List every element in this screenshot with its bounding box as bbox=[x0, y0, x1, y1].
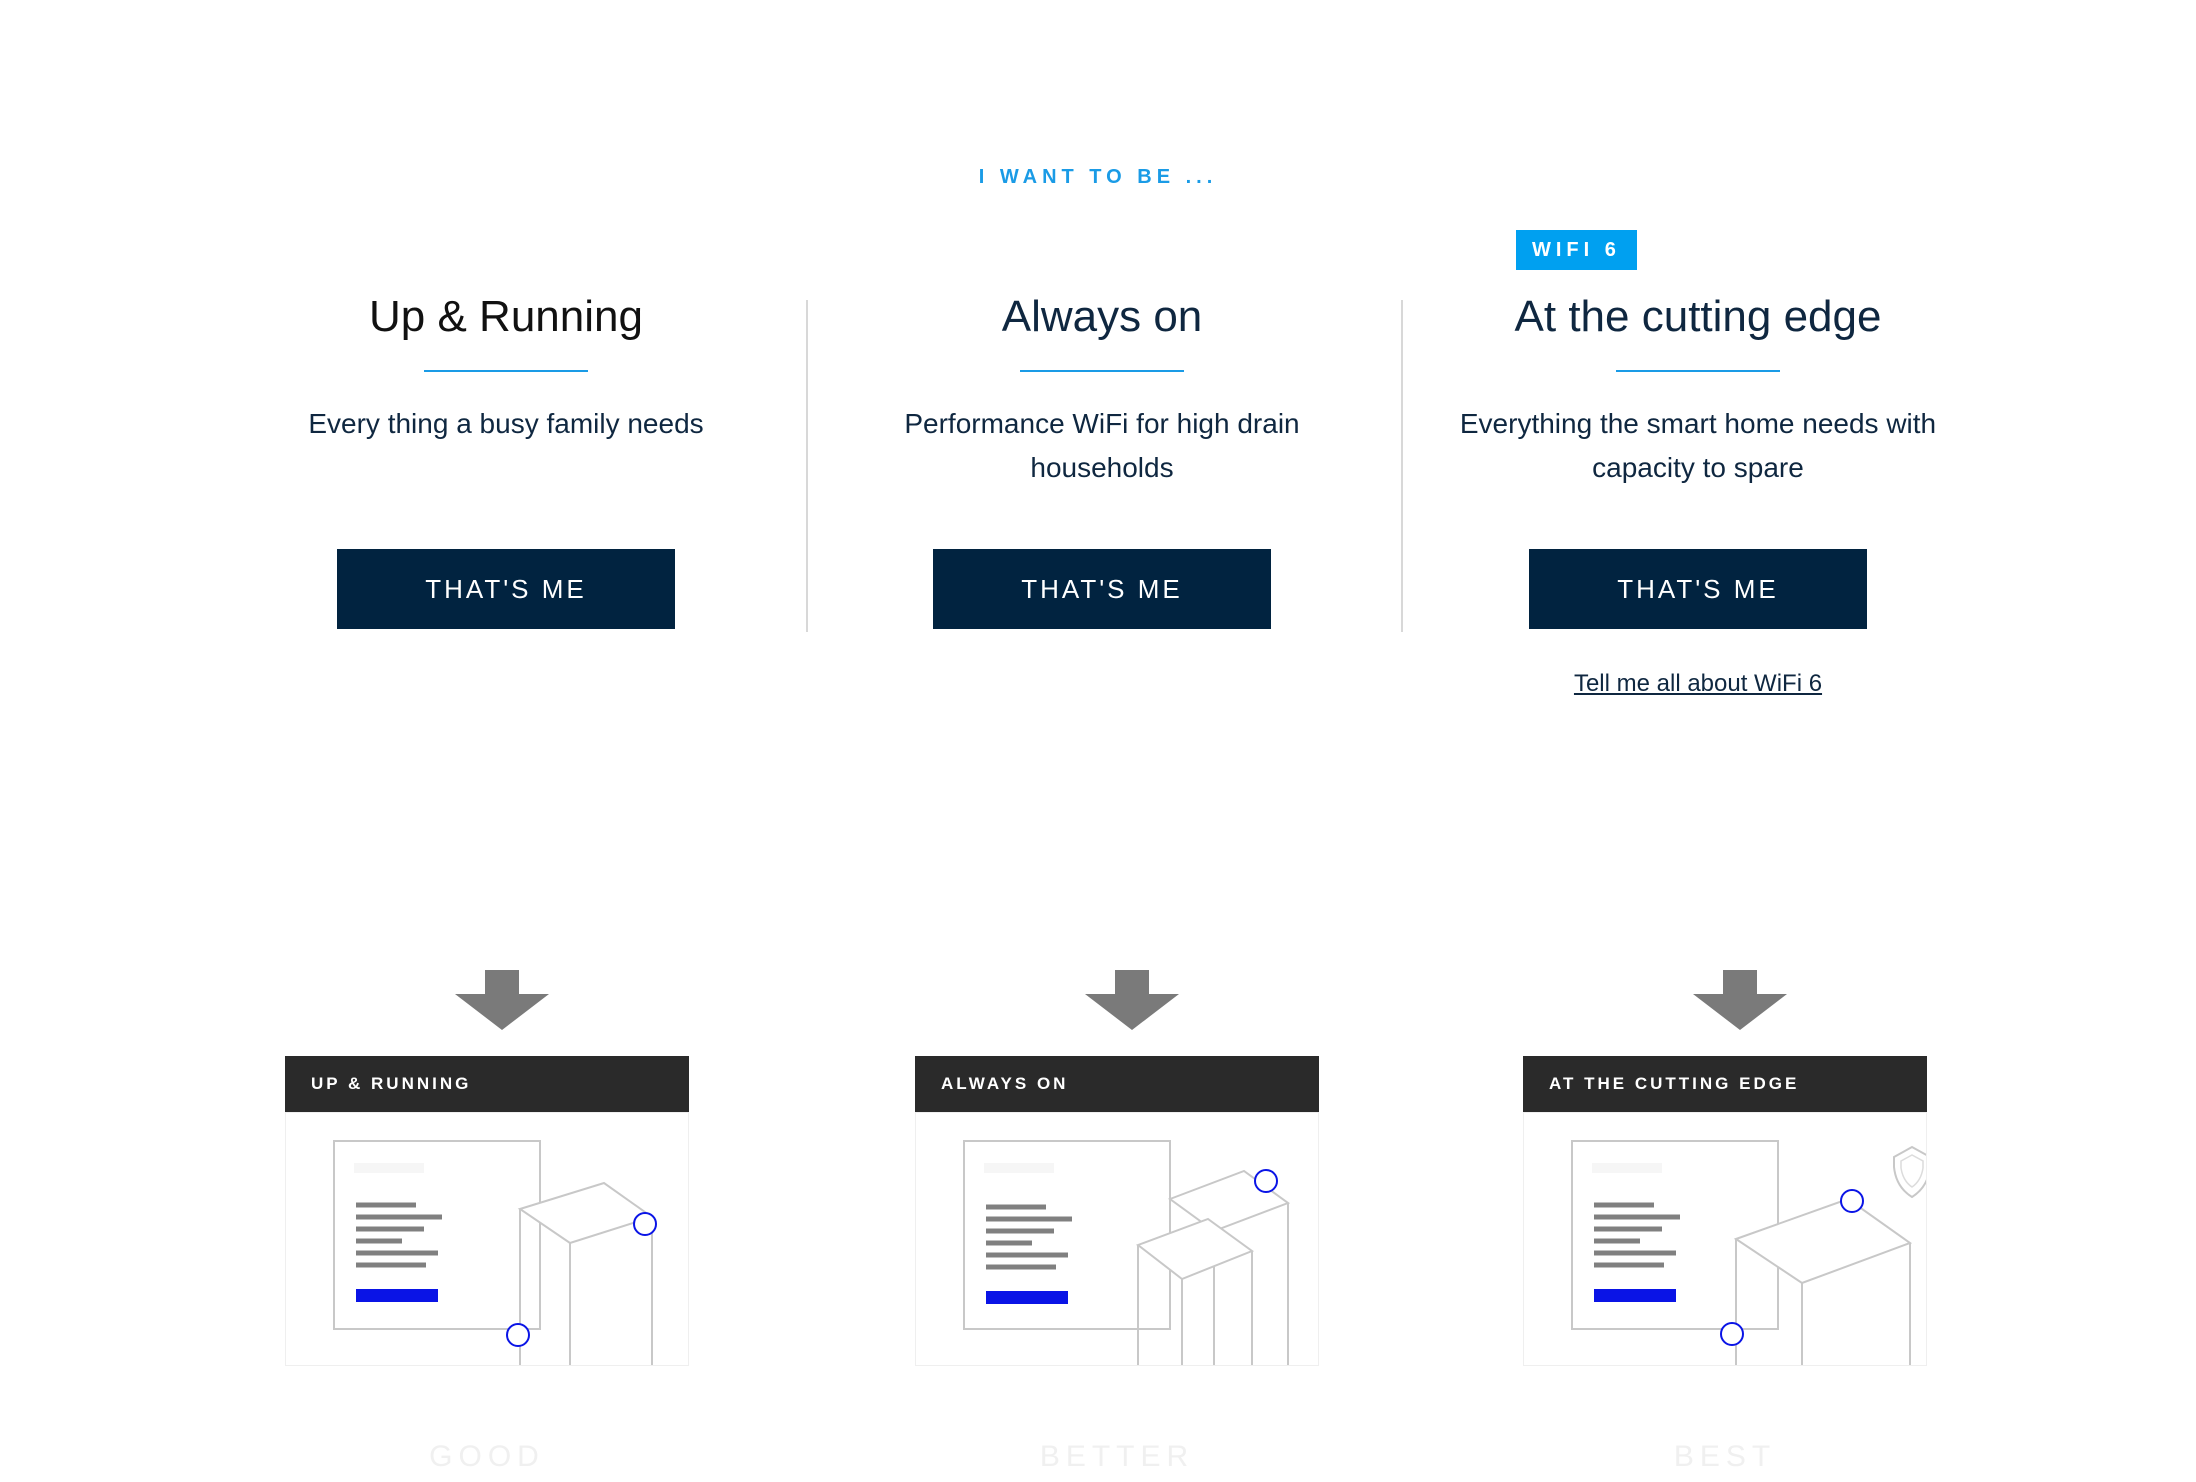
wifi6-info-link[interactable]: Tell me all about WiFi 6 bbox=[1401, 670, 1995, 698]
title-underline bbox=[424, 370, 588, 372]
card-illustration bbox=[915, 1112, 1319, 1366]
thats-me-button[interactable]: THAT'S ME bbox=[1529, 549, 1867, 629]
option-description: Everything the smart home needs with cap… bbox=[1459, 408, 1937, 483]
option-title: Up & Running bbox=[369, 292, 643, 341]
router-illustration bbox=[333, 1140, 657, 1365]
option-title: At the cutting edge bbox=[1514, 292, 1882, 341]
card-illustration bbox=[285, 1112, 689, 1366]
eyebrow-heading: I WANT TO BE ... bbox=[978, 166, 1218, 188]
card-header: UP & RUNNING bbox=[285, 1056, 689, 1112]
title-underline bbox=[1020, 370, 1184, 372]
down-arrow-icon bbox=[1085, 970, 1179, 1030]
thats-me-button[interactable]: THAT'S ME bbox=[337, 549, 675, 629]
wifi6-badge: WIFI 6 bbox=[1516, 230, 1637, 270]
card-illustration bbox=[1523, 1112, 1927, 1366]
card-header: AT THE CUTTING EDGE bbox=[1523, 1056, 1927, 1112]
down-arrow-icon bbox=[1693, 970, 1787, 1030]
product-card-better[interactable]: ALWAYS ON BETTER bbox=[915, 970, 1319, 1473]
card-header: ALWAYS ON bbox=[915, 1056, 1319, 1112]
card-tier-label: GOOD bbox=[429, 1440, 545, 1473]
option-description: Every thing a busy family needs bbox=[308, 408, 704, 439]
option-up-and-running: Up & Running Every thing a busy family n… bbox=[209, 230, 803, 710]
option-title: Always on bbox=[1001, 292, 1203, 341]
card-tier-label: BETTER bbox=[1039, 1440, 1195, 1473]
product-card-best[interactable]: AT THE CUTTING EDGE BEST bbox=[1523, 970, 1927, 1473]
thats-me-button[interactable]: THAT'S ME bbox=[933, 549, 1271, 629]
router-illustration bbox=[1571, 1140, 1926, 1365]
router-illustration bbox=[963, 1140, 1291, 1365]
card-tier-label: BEST bbox=[1673, 1440, 1777, 1473]
product-card-good[interactable]: UP & RUNNING GOOD bbox=[285, 970, 689, 1473]
title-underline bbox=[1616, 370, 1780, 372]
down-arrow-icon bbox=[455, 970, 549, 1030]
option-always-on: Always on Performance WiFi for high drai… bbox=[805, 230, 1399, 710]
option-description: Performance WiFi for high drain househol… bbox=[904, 408, 1300, 483]
option-cutting-edge: WIFI 6 At the cutting edge Everything th… bbox=[1401, 230, 1995, 710]
